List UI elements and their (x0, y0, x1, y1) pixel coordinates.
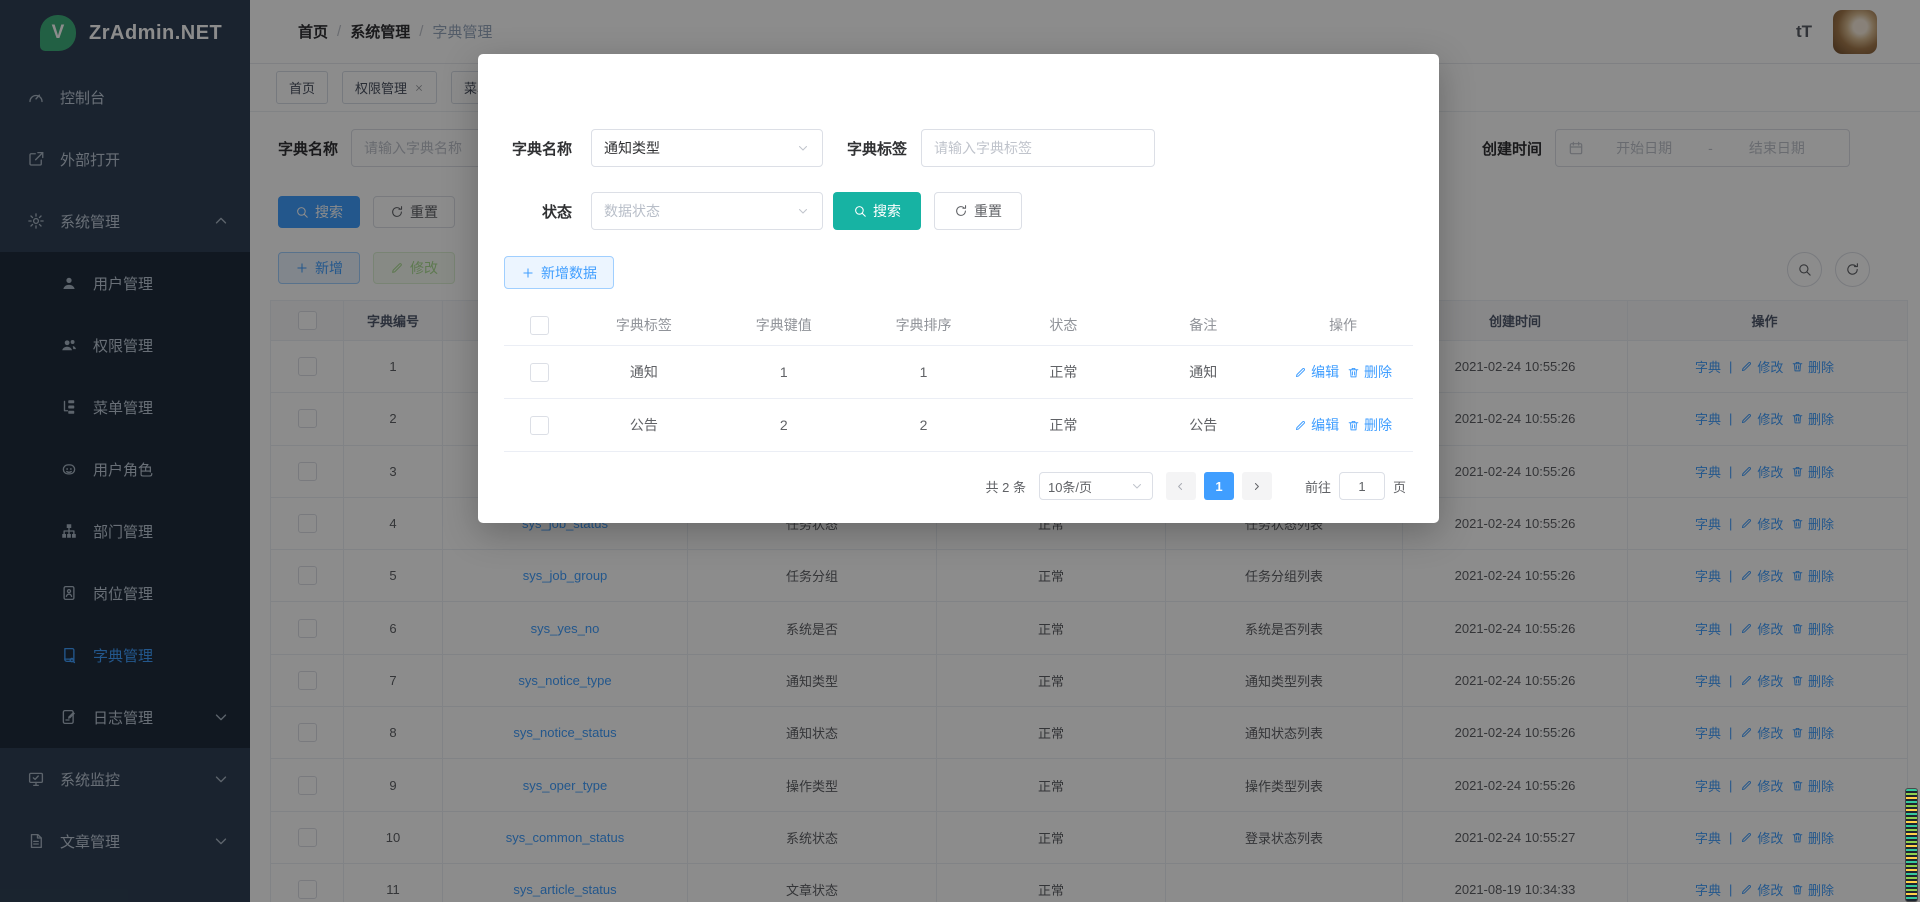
edit-icon (1294, 366, 1307, 379)
dict-label-cell: 通知 (574, 346, 714, 398)
dict-name-select[interactable]: 通知类型 (591, 129, 823, 167)
delete-link[interactable]: 删除 (1347, 415, 1392, 435)
pagination: 共 2 条 10条/页 1 前往 页 (478, 472, 1439, 500)
dict-value-cell: 2 (714, 399, 854, 451)
modal-dict-name-label: 字典名称 (504, 138, 572, 159)
search-icon (853, 204, 867, 218)
modal-column-header: 字典标签 (574, 305, 714, 345)
modal-column-header: 状态 (993, 305, 1133, 345)
edit-icon (1294, 419, 1307, 432)
dict-sort-cell: 1 (854, 346, 994, 398)
chevron-down-icon (1130, 479, 1144, 493)
plus-icon (521, 266, 535, 280)
add-data-button[interactable]: 新增数据 (504, 256, 614, 289)
dict-label-input[interactable] (921, 129, 1155, 167)
modal-table-row: 通知11正常通知编辑 删除 (504, 346, 1413, 399)
dict-value-cell: 1 (714, 346, 854, 398)
goto-suffix: 页 (1393, 477, 1406, 496)
remark-cell: 通知 (1133, 346, 1273, 398)
actions-cell: 编辑 删除 (1273, 346, 1413, 398)
pager: 1 (1166, 472, 1272, 500)
status-cell: 正常 (993, 346, 1133, 398)
dict-sort-cell: 2 (854, 399, 994, 451)
status-select-placeholder: 数据状态 (604, 201, 796, 221)
current-page[interactable]: 1 (1204, 472, 1234, 500)
chevron-down-icon (796, 204, 810, 218)
modal-status-label: 状态 (504, 201, 572, 222)
status-cell: 正常 (993, 399, 1133, 451)
row-checkbox[interactable] (530, 363, 549, 382)
next-page-button[interactable] (1242, 472, 1272, 500)
edit-link[interactable]: 编辑 (1294, 415, 1339, 435)
modal-column-header: 字典排序 (854, 305, 994, 345)
arrow-right-icon (1250, 480, 1263, 493)
dict-data-dialog: 字典名称 通知类型 字典标签 状态 数据状态 搜索 重置 (478, 54, 1439, 523)
modal-table-row: 公告22正常公告编辑 删除 (504, 399, 1413, 452)
modal-column-header: 字典键值 (714, 305, 854, 345)
modal-form-row-1: 字典名称 通知类型 字典标签 (504, 129, 1155, 167)
pagination-total: 共 2 条 (986, 477, 1026, 496)
row-checkbox[interactable] (530, 316, 549, 335)
delete-icon (1347, 366, 1360, 379)
arrow-left-icon (1174, 480, 1187, 493)
status-select[interactable]: 数据状态 (591, 192, 823, 230)
modal-table-header-row: 字典标签字典键值字典排序状态备注操作 (504, 305, 1413, 346)
modal-reset-button[interactable]: 重置 (934, 192, 1022, 230)
page-size-select[interactable]: 10条/页 (1039, 472, 1153, 500)
prev-page-button[interactable] (1166, 472, 1196, 500)
app-root: V ZrAdmin.NET 控制台外部打开系统管理用户管理权限管理菜单管理用户角… (0, 0, 1920, 902)
dict-data-table: 字典标签字典键值字典排序状态备注操作 通知11正常通知编辑 删除公告22正常公告… (504, 305, 1413, 452)
goto-group: 前往 页 (1305, 472, 1406, 500)
modal-search-button[interactable]: 搜索 (833, 192, 921, 230)
edit-link[interactable]: 编辑 (1294, 362, 1339, 382)
modal-column-header: 备注 (1133, 305, 1273, 345)
row-checkbox[interactable] (530, 416, 549, 435)
dict-label-cell: 公告 (574, 399, 714, 451)
dict-name-select-value: 通知类型 (604, 138, 796, 158)
actions-cell: 编辑 删除 (1273, 399, 1413, 451)
modal-dict-label-label: 字典标签 (836, 138, 907, 159)
chevron-down-icon (796, 141, 810, 155)
modal-form-row-2: 状态 数据状态 搜索 重置 (504, 192, 1022, 230)
page-size-value: 10条/页 (1048, 477, 1130, 496)
refresh-icon (954, 204, 968, 218)
goto-label: 前往 (1305, 477, 1331, 496)
delete-icon (1347, 419, 1360, 432)
modal-table-body: 通知11正常通知编辑 删除公告22正常公告编辑 删除 (504, 346, 1413, 452)
scrollbar-indicator[interactable] (1905, 788, 1918, 902)
goto-page-input[interactable] (1339, 472, 1385, 500)
modal-column-header: 操作 (1273, 305, 1413, 345)
delete-link[interactable]: 删除 (1347, 362, 1392, 382)
remark-cell: 公告 (1133, 399, 1273, 451)
